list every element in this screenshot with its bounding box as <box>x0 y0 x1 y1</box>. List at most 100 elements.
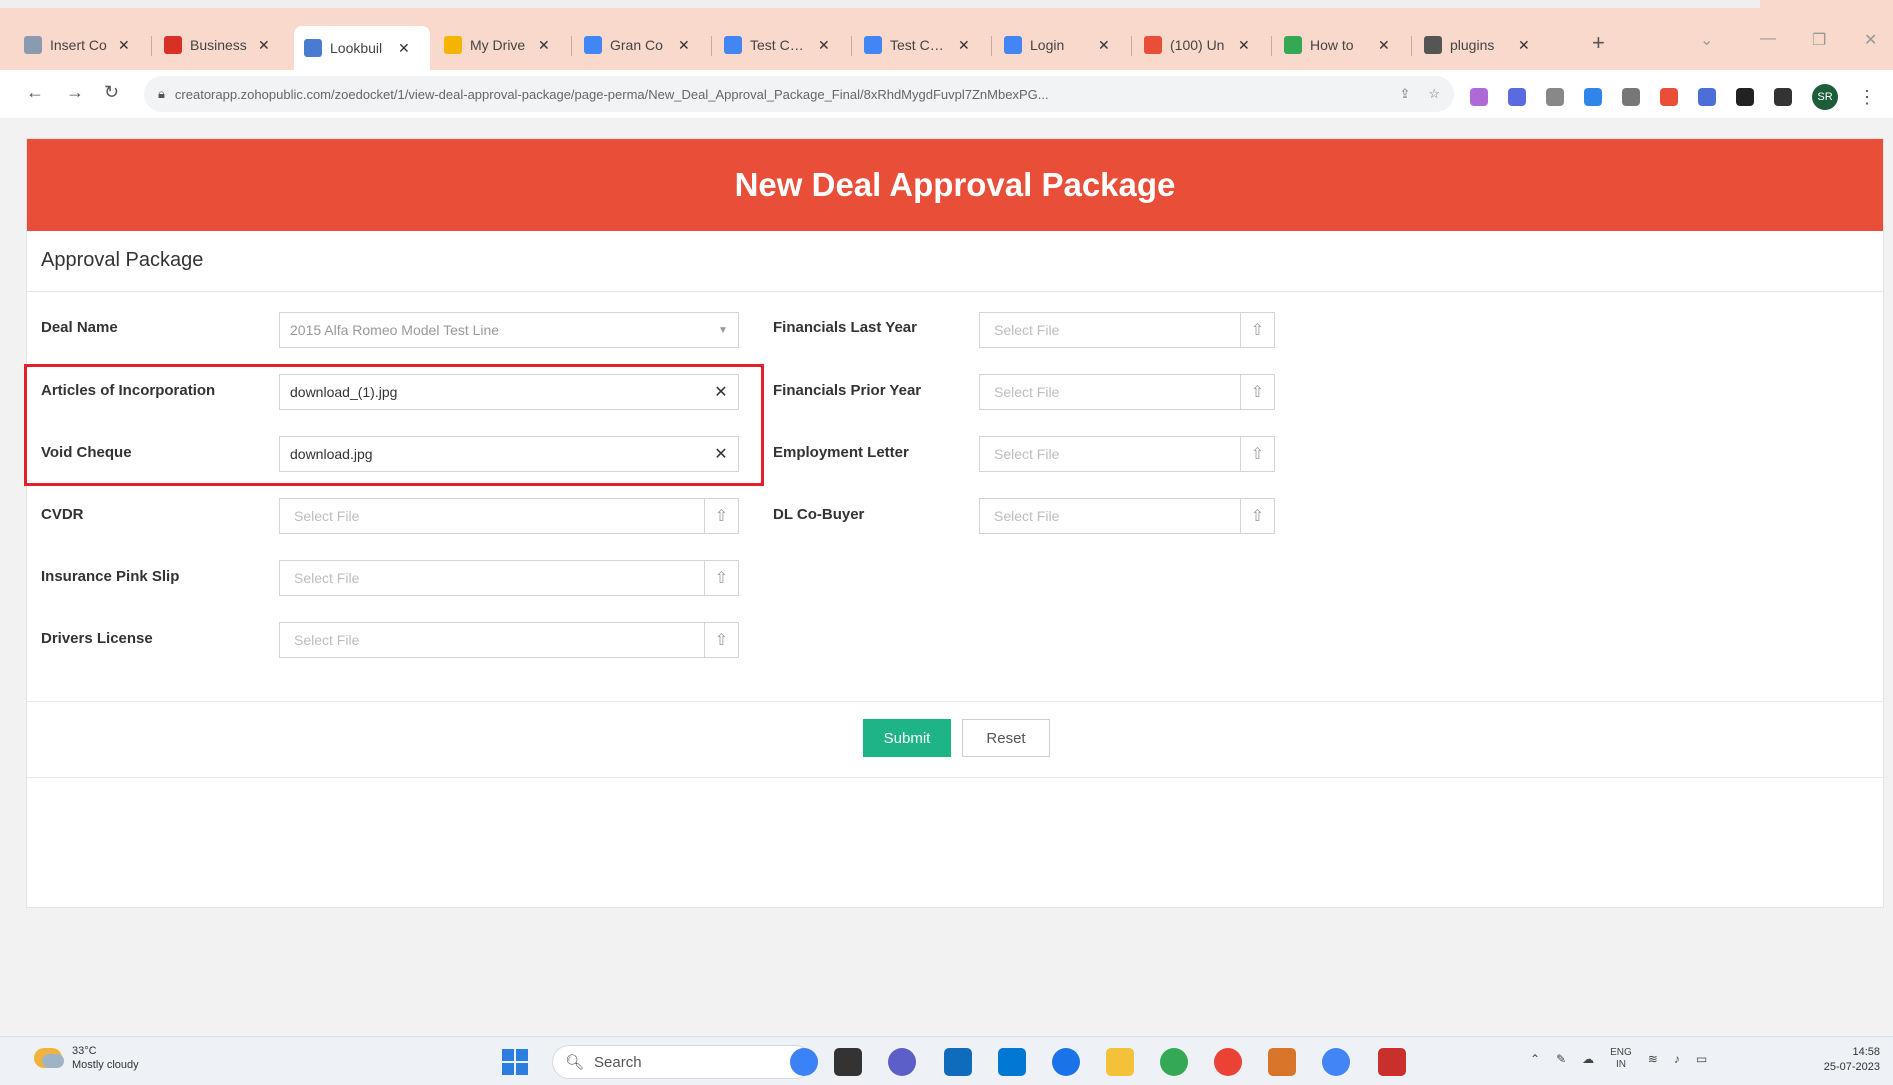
drivers-license-file[interactable]: Select File ⇧ <box>279 622 739 658</box>
chevron-up-icon[interactable]: ⌃ <box>1530 1052 1540 1066</box>
side-panel-icon[interactable] <box>1774 88 1792 106</box>
close-tab-icon[interactable]: ✕ <box>118 37 130 54</box>
profile-avatar[interactable]: SR <box>1812 84 1838 110</box>
reload-icon[interactable]: ↻ <box>104 82 119 103</box>
upload-icon[interactable]: ⇧ <box>1240 437 1274 471</box>
tab-search-icon[interactable]: ⌄ <box>1700 30 1713 50</box>
deal-name-label: Deal Name <box>41 319 118 336</box>
vscode-icon[interactable] <box>998 1048 1026 1076</box>
task-view-icon[interactable] <box>834 1048 862 1076</box>
forward-icon[interactable]: → <box>66 82 84 103</box>
clear-file-icon[interactable]: ✕ <box>704 437 738 471</box>
upload-icon[interactable]: ⇧ <box>704 561 738 595</box>
dl-co-buyer-file[interactable]: Select File ⇧ <box>979 498 1275 534</box>
browser-tab[interactable]: My Drive ✕ <box>434 26 570 64</box>
browser-tab[interactable]: (100) Un ✕ <box>1134 26 1270 64</box>
employment-letter-file[interactable]: Select File ⇧ <box>979 436 1275 472</box>
maximize-icon[interactable]: ❐ <box>1812 30 1826 50</box>
new-tab-button[interactable]: + <box>1592 30 1605 56</box>
drivers-license-placeholder: Select File <box>294 632 360 648</box>
volume-icon[interactable]: ♪ <box>1674 1052 1680 1066</box>
start-button[interactable] <box>502 1049 528 1075</box>
browser-tab[interactable]: Test Case ✕ <box>854 26 990 64</box>
upload-icon[interactable]: ⇧ <box>704 623 738 657</box>
language-indicator[interactable]: ENG IN <box>1610 1047 1632 1071</box>
minimize-icon[interactable]: — <box>1760 30 1776 48</box>
back-icon[interactable]: ← <box>26 82 44 103</box>
bing-icon[interactable] <box>790 1048 818 1076</box>
pen-icon[interactable]: ✎ <box>1556 1052 1566 1066</box>
browser-tab[interactable]: How to ✕ <box>1274 26 1410 64</box>
gmail-icon <box>164 36 182 54</box>
chat-icon[interactable] <box>888 1048 916 1076</box>
browser-tab[interactable]: Test Case ✕ <box>714 26 850 64</box>
financials-prior-year-placeholder: Select File <box>994 384 1060 400</box>
close-tab-icon[interactable]: ✕ <box>1238 37 1250 54</box>
extension-doc-icon[interactable] <box>1584 88 1602 106</box>
wifi-icon[interactable]: ≋ <box>1648 1052 1658 1066</box>
close-tab-icon[interactable]: ✕ <box>1518 37 1530 54</box>
reset-button[interactable]: Reset <box>962 719 1050 757</box>
financials-prior-year-file[interactable]: Select File ⇧ <box>979 374 1275 410</box>
close-tab-icon[interactable]: ✕ <box>258 37 270 54</box>
close-tab-icon[interactable]: ✕ <box>398 40 410 57</box>
upload-icon[interactable]: ⇧ <box>1240 313 1274 347</box>
chrome-dev-icon[interactable] <box>1322 1048 1350 1076</box>
lock-icon: 🔒︎ <box>158 86 165 101</box>
browser-tab[interactable]: Lookbuil ✕ <box>294 26 430 70</box>
close-tab-icon[interactable]: ✕ <box>958 37 970 54</box>
system-tray: ⌃ ✎ ☁ ENG IN ≋ ♪ ▭ <box>1530 1047 1707 1071</box>
browser-tab[interactable]: Gran Co ✕ <box>574 26 710 64</box>
chrome-profile-icon[interactable] <box>1214 1048 1242 1076</box>
articles-of-incorporation-file[interactable]: download_(1).jpg ✕ <box>279 374 739 410</box>
upload-icon[interactable]: ⇧ <box>1240 375 1274 409</box>
browser-tab[interactable]: Business ✕ <box>154 26 290 64</box>
cvdr-label: CVDR <box>41 506 84 523</box>
address-bar[interactable]: 🔒︎ creatorapp.zohopublic.com/zoedocket/1… <box>144 76 1454 112</box>
close-tab-icon[interactable]: ✕ <box>678 37 690 54</box>
weather-cloud-icon <box>34 1048 64 1068</box>
google-icon <box>1284 36 1302 54</box>
clock[interactable]: 14:58 25-07-2023 <box>1800 1045 1880 1075</box>
taskbar-search[interactable]: 🔍︎ Search <box>552 1045 812 1079</box>
upload-icon[interactable]: ⇧ <box>1240 499 1274 533</box>
extension-diamond-icon[interactable] <box>1660 88 1678 106</box>
deal-name-select[interactable]: 2015 Alfa Romeo Model Test Line ▼ <box>279 312 739 348</box>
clear-file-icon[interactable]: ✕ <box>704 375 738 409</box>
browser-tab[interactable]: plugins ✕ <box>1414 26 1550 64</box>
extension-pen-icon[interactable] <box>1470 88 1488 106</box>
extension-shield-icon[interactable] <box>1508 88 1526 106</box>
close-tab-icon[interactable]: ✕ <box>818 37 830 54</box>
section-divider <box>27 291 1883 292</box>
financials-last-year-file[interactable]: Select File ⇧ <box>979 312 1275 348</box>
kebab-menu-icon[interactable]: ⋮ <box>1858 87 1876 108</box>
upload-icon[interactable]: ⇧ <box>704 499 738 533</box>
extensions-puzzle-icon[interactable] <box>1736 88 1754 106</box>
close-tab-icon[interactable]: ✕ <box>538 37 550 54</box>
bookmark-star-icon[interactable]: ☆ <box>1428 86 1440 102</box>
weather-widget[interactable]: 33°C Mostly cloudy <box>34 1044 139 1072</box>
file-explorer-icon[interactable] <box>1106 1048 1134 1076</box>
close-tab-icon[interactable]: ✕ <box>1378 37 1390 54</box>
extension-print-icon[interactable] <box>1546 88 1564 106</box>
share-icon[interactable]: ⇪ <box>1399 86 1410 102</box>
extension-key-icon[interactable] <box>1622 88 1640 106</box>
submit-button[interactable]: Submit <box>863 719 951 757</box>
tab-separator <box>1131 36 1132 56</box>
void-cheque-file[interactable]: download.jpg ✕ <box>279 436 739 472</box>
insurance-pink-slip-file[interactable]: Select File ⇧ <box>279 560 739 596</box>
battery-icon[interactable]: ▭ <box>1696 1052 1707 1066</box>
filezilla-icon[interactable] <box>1378 1048 1406 1076</box>
close-tab-icon[interactable]: ✕ <box>1098 37 1110 54</box>
skype-icon[interactable] <box>1052 1048 1080 1076</box>
tab-title: Lookbuil <box>330 40 383 56</box>
extension-box-icon[interactable] <box>1698 88 1716 106</box>
cvdr-file[interactable]: Select File ⇧ <box>279 498 739 534</box>
chrome-icon[interactable] <box>1160 1048 1188 1076</box>
close-window-icon[interactable]: ✕ <box>1864 30 1877 50</box>
sublime-icon[interactable] <box>1268 1048 1296 1076</box>
browser-tab[interactable]: Insert Co ✕ <box>14 26 150 64</box>
store-icon[interactable] <box>944 1048 972 1076</box>
cloud-icon[interactable]: ☁ <box>1582 1052 1594 1066</box>
browser-tab[interactable]: Login ✕ <box>994 26 1130 64</box>
